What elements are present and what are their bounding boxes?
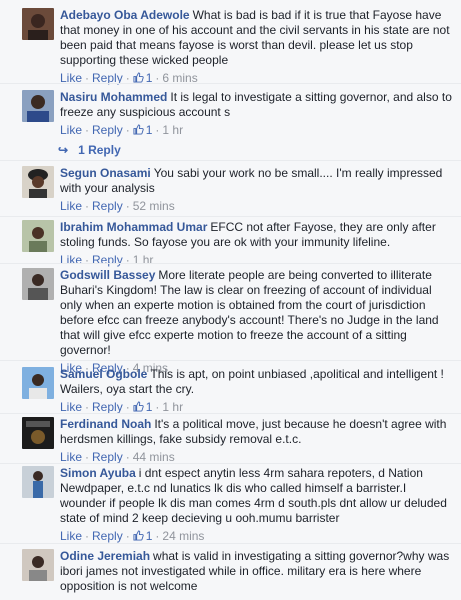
like-button[interactable]: Like — [60, 400, 82, 414]
avatar[interactable] — [22, 549, 54, 581]
comment-actions: Like · Reply · 1 hr — [60, 253, 154, 267]
avatar[interactable] — [22, 268, 54, 300]
timestamp[interactable]: 52 mins — [133, 199, 175, 213]
comment-text: Ferdinand Noah It's a political move, jus… — [60, 417, 453, 447]
divider — [0, 543, 461, 544]
comment-text: Nasiru Mohammed It is legal to investigat… — [60, 90, 453, 120]
like-count[interactable]: 1 — [133, 529, 152, 543]
comment-text: Ibrahim Mohammad Umar EFCC not after Fayo… — [60, 220, 453, 250]
reply-button[interactable]: Reply — [92, 123, 123, 137]
comment-author[interactable]: Adebayo Oba Adewole — [60, 8, 190, 22]
thumbs-up-icon — [133, 530, 144, 541]
timestamp[interactable]: 1 hr — [162, 400, 183, 414]
avatar[interactable] — [22, 417, 54, 449]
divider — [0, 413, 461, 414]
view-replies-link[interactable]: ↪ 1 Reply — [58, 143, 121, 157]
timestamp[interactable]: 24 mins — [162, 529, 204, 543]
comment-author[interactable]: Odine Jeremiah — [60, 549, 150, 563]
comment-author[interactable]: Godswill Bassey — [60, 268, 155, 282]
like-button[interactable]: Like — [60, 199, 82, 213]
timestamp[interactable]: 44 mins — [133, 450, 175, 464]
like-count[interactable]: 1 — [133, 400, 152, 414]
comment-author[interactable]: Ferdinand Noah — [60, 417, 151, 431]
avatar[interactable] — [22, 8, 54, 40]
divider — [0, 160, 461, 161]
divider — [0, 83, 461, 84]
comment-actions: Like · Reply · 52 mins — [60, 199, 175, 213]
like-button[interactable]: Like — [60, 123, 82, 137]
comment-feed: Adebayo Oba Adewole What is bad is bad if… — [0, 0, 461, 600]
divider — [0, 360, 461, 361]
comment-text: Godswill Bassey More literate people are … — [60, 268, 453, 358]
reply-button[interactable]: Reply — [92, 253, 123, 267]
avatar[interactable] — [22, 90, 54, 122]
comment-text: Simon Ayuba i dnt espect anytin less 4rm … — [60, 466, 453, 526]
divider — [0, 463, 461, 464]
avatar[interactable] — [22, 166, 54, 198]
like-button[interactable]: Like — [60, 529, 82, 543]
reply-button[interactable]: Reply — [92, 199, 123, 213]
reply-button[interactable]: Reply — [92, 529, 123, 543]
like-button[interactable]: Like — [60, 253, 82, 267]
comment-text: Segun Onasami You sabi your work no be sm… — [60, 166, 453, 196]
like-button[interactable]: Like — [60, 450, 82, 464]
timestamp[interactable]: 1 hr — [162, 123, 183, 137]
timestamp[interactable]: 1 hr — [133, 253, 154, 267]
reply-arrow-icon: ↪ — [58, 143, 69, 157]
comment-author[interactable]: Segun Onasami — [60, 166, 151, 180]
thumbs-up-icon — [133, 401, 144, 412]
avatar[interactable] — [22, 367, 54, 399]
like-count[interactable]: 1 — [133, 123, 152, 137]
comment-text: Samuel Ogbole This is apt, on point unbia… — [60, 367, 453, 397]
reply-button[interactable]: Reply — [92, 450, 123, 464]
comment-author[interactable]: Ibrahim Mohammad Umar — [60, 220, 207, 234]
thumbs-up-icon — [133, 72, 144, 83]
divider — [0, 216, 461, 217]
thumbs-up-icon — [133, 124, 144, 135]
comment-author[interactable]: Samuel Ogbole — [60, 367, 147, 381]
avatar[interactable] — [22, 220, 54, 252]
comment-actions: Like · Reply · 1 · 24 mins — [60, 529, 205, 543]
comment-author[interactable]: Nasiru Mohammed — [60, 90, 167, 104]
comment-author[interactable]: Simon Ayuba — [60, 466, 136, 480]
comment-text: Odine Jeremiah what is valid in investiga… — [60, 549, 453, 594]
divider — [0, 263, 461, 264]
comment-actions: Like · Reply · 1 · 1 hr — [60, 123, 184, 137]
comment-text: Adebayo Oba Adewole What is bad is bad if… — [60, 8, 453, 68]
reply-button[interactable]: Reply — [92, 400, 123, 414]
avatar[interactable] — [22, 466, 54, 498]
